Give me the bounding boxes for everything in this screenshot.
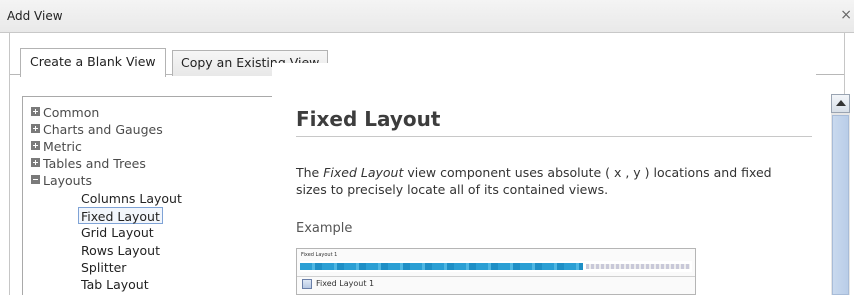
- tree-item-charts-and-gauges[interactable]: Charts and Gauges: [31, 121, 163, 138]
- tree-item-metric[interactable]: Metric: [31, 138, 82, 155]
- example-band: [300, 261, 692, 272]
- example-bar: [300, 263, 583, 270]
- tree-item-label: Charts and Gauges: [43, 122, 163, 137]
- tree-child-tab-layout[interactable]: Tab Layout: [79, 276, 151, 293]
- title-bar: Add View ×: [0, 0, 854, 33]
- example-item-label: Fixed Layout 1: [316, 279, 375, 288]
- detail-heading: Fixed Layout: [296, 107, 812, 137]
- scroll-up-arrow-icon[interactable]: [831, 94, 850, 113]
- example-label: Example: [296, 221, 353, 236]
- tree-child-rows-layout[interactable]: Rows Layout: [79, 242, 162, 259]
- scroll-thumb[interactable]: [832, 115, 849, 295]
- tree-item-common[interactable]: Common: [31, 104, 99, 121]
- tree-item-label: Common: [43, 105, 100, 120]
- view-type-tree: Common Charts and Gauges Metric Tables a…: [22, 96, 274, 295]
- tree-item-layouts[interactable]: Layouts: [31, 172, 92, 189]
- tree-child-splitter[interactable]: Splitter: [79, 259, 128, 276]
- tree-child-grid-layout[interactable]: Grid Layout: [79, 224, 156, 241]
- tree-item-label: Layouts: [43, 173, 93, 188]
- expand-plus-icon[interactable]: [31, 107, 40, 116]
- collapse-minus-icon[interactable]: [31, 175, 40, 184]
- example-title: Fixed Layout 1: [301, 252, 338, 258]
- tree-item-tables-and-trees[interactable]: Tables and Trees: [31, 155, 146, 172]
- description-panel: Fixed Layout The Fixed Layout view compo…: [272, 63, 816, 295]
- description-emphasis: Fixed Layout: [323, 165, 404, 180]
- example-image: Fixed Layout 1 Fixed Layout 1: [296, 248, 696, 295]
- tree-child-fixed-layout[interactable]: Fixed Layout: [78, 207, 163, 224]
- example-faint-bar: [586, 264, 690, 269]
- tree-child-columns-layout[interactable]: Columns Layout: [79, 190, 184, 207]
- description-prefix: The: [296, 165, 324, 180]
- expand-plus-icon[interactable]: [31, 158, 40, 167]
- vertical-scrollbar[interactable]: [831, 94, 850, 295]
- close-icon[interactable]: ×: [840, 7, 852, 23]
- window-title: Add View: [7, 9, 63, 23]
- tab-create-blank-view[interactable]: Create a Blank View: [20, 48, 166, 77]
- tree-item-label: Metric: [43, 139, 82, 154]
- tree-item-label: Tables and Trees: [43, 156, 146, 171]
- detail-description: The Fixed Layout view component uses abs…: [296, 164, 806, 198]
- example-divider: [297, 276, 695, 277]
- layout-icon: [302, 279, 312, 289]
- expand-plus-icon[interactable]: [31, 141, 40, 150]
- expand-plus-icon[interactable]: [31, 124, 40, 133]
